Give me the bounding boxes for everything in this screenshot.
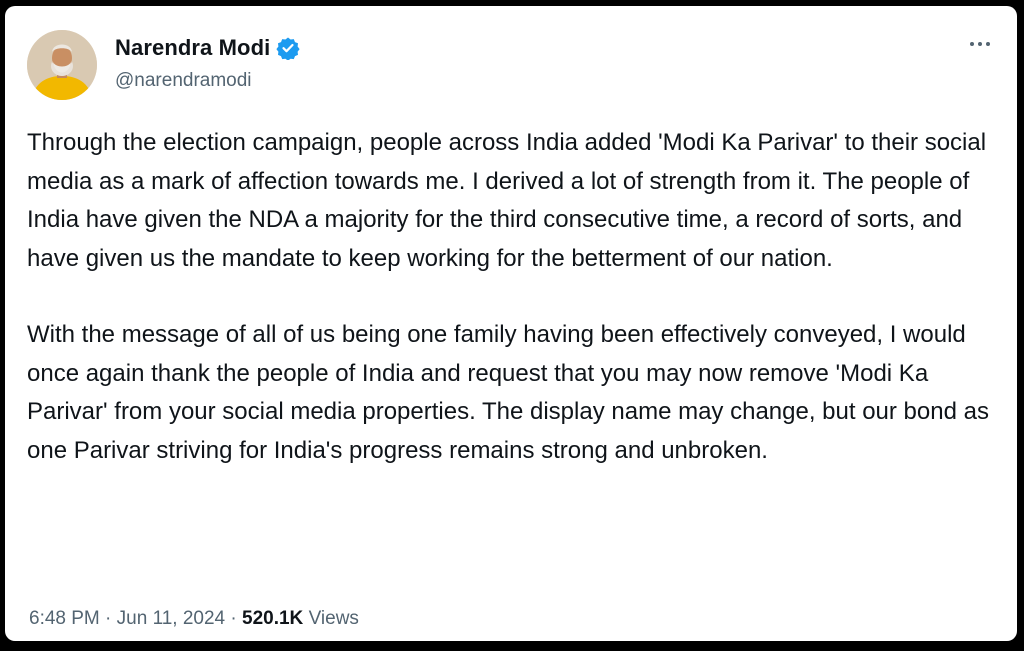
tweet-text: Through the election campaign, people ac… <box>27 124 1002 470</box>
more-options-icon[interactable] <box>965 34 995 54</box>
tweet-card: Narendra Modi @narendramodi Through the … <box>5 6 1017 641</box>
meta-separator: · <box>99 608 117 629</box>
tweet-paragraph: With the message of all of us being one … <box>27 321 989 464</box>
meta-separator: · <box>225 608 243 629</box>
author-handle[interactable]: @narendramodi <box>115 70 252 92</box>
more-dot <box>970 42 974 46</box>
screenshot-frame: Narendra Modi @narendramodi Through the … <box>0 0 1024 651</box>
tweet-time[interactable]: 6:48 PM <box>29 608 100 629</box>
profile-photo-icon[interactable] <box>27 30 97 100</box>
more-dot <box>978 42 982 46</box>
verified-badge-icon <box>276 36 300 61</box>
tweet-date[interactable]: Jun 11, 2024 <box>117 608 225 629</box>
views-label: Views <box>303 608 359 629</box>
tweet-paragraph: Through the election campaign, people ac… <box>27 129 987 272</box>
author-display-name[interactable]: Narendra Modi <box>115 35 270 61</box>
tweet-metadata: 6:48 PM · Jun 11, 2024 · 520.1K Views <box>29 608 359 630</box>
views-count[interactable]: 520.1K <box>242 608 303 629</box>
author-name-row: Narendra Modi <box>115 35 300 61</box>
more-dot <box>986 42 990 46</box>
